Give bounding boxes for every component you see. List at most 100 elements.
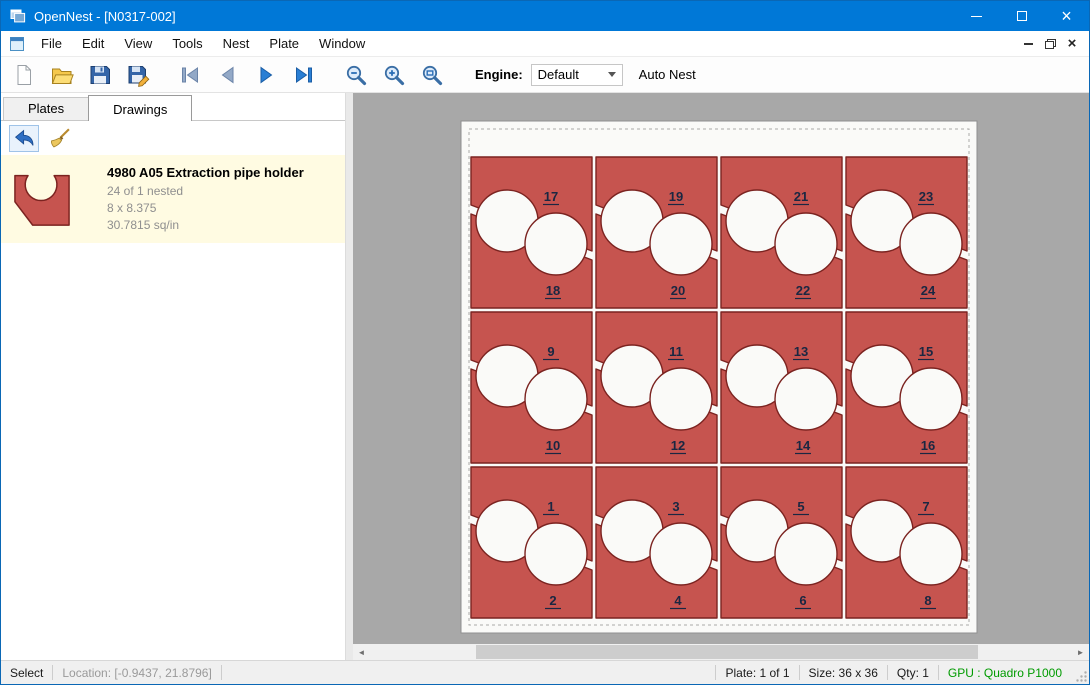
part-number-label: 12 (671, 438, 685, 453)
save-button[interactable] (83, 60, 117, 90)
part-number-label: 15 (919, 344, 933, 359)
nest-pair: 9 10 (471, 312, 592, 463)
scroll-left-button[interactable]: ◄ (353, 644, 370, 660)
tab-plates[interactable]: Plates (3, 97, 89, 120)
zoom-fit-icon (420, 63, 444, 87)
part-number-label: 20 (671, 283, 685, 298)
zoom-in-button[interactable] (377, 60, 411, 90)
maximize-button[interactable] (999, 1, 1044, 31)
part-name: 4980 A05 Extraction pipe holder (107, 165, 304, 180)
part-notch (775, 368, 837, 430)
scrollbar-track[interactable] (370, 644, 1072, 660)
clear-button[interactable] (45, 125, 75, 152)
part-notch (775, 213, 837, 275)
app-icon (10, 8, 26, 24)
part-number-label: 14 (796, 438, 811, 453)
auto-nest-button[interactable]: Auto Nest (639, 67, 696, 82)
part-notch (650, 368, 712, 430)
part-number-label: 19 (669, 189, 683, 204)
part-number-label: 10 (546, 438, 560, 453)
save-edit-icon (126, 63, 150, 87)
part-number-label: 13 (794, 344, 808, 359)
return-arrow-icon (13, 127, 36, 150)
zoom-out-button[interactable] (339, 60, 373, 90)
part-number-label: 11 (669, 344, 683, 359)
go-next-icon (254, 63, 278, 87)
go-last-icon (292, 63, 316, 87)
part-number-label: 1 (547, 499, 554, 514)
menu-item-edit[interactable]: Edit (72, 32, 114, 55)
status-location: Location: [-0.9437, 21.8796] (53, 666, 220, 680)
nest-pair: 2122 (721, 157, 842, 308)
nest-pair: 78 (846, 467, 967, 618)
resize-grip[interactable] (1073, 668, 1089, 684)
save-as-button[interactable] (121, 60, 155, 90)
new-button[interactable] (7, 60, 41, 90)
horizontal-scrollbar: ◄ ► (353, 644, 1089, 660)
sidebar-splitter[interactable] (345, 93, 353, 660)
part-nested-count: 24 of 1 nested (107, 183, 304, 200)
part-number-label: 4 (674, 593, 682, 608)
go-first-icon (178, 63, 202, 87)
part-area: 30.7815 sq/in (107, 217, 304, 234)
mdi-restore-button[interactable] (1039, 34, 1061, 54)
part-size: 8 x 8.375 (107, 200, 304, 217)
mdi-minimize-button[interactable] (1017, 34, 1039, 54)
nest-pair: 1718 (471, 157, 592, 308)
nest-pair: 13 14 (721, 312, 842, 463)
return-to-plate-button[interactable] (9, 125, 39, 152)
sidebar-toolbar (1, 121, 345, 155)
part-number-label: 5 (797, 499, 804, 514)
sidebar-tabs: Plates Drawings (1, 93, 345, 121)
part-info: 4980 A05 Extraction pipe holder 24 of 1 … (107, 165, 304, 234)
broom-icon (49, 127, 72, 150)
part-notch (650, 213, 712, 275)
go-first-button[interactable] (173, 60, 207, 90)
menu-bar: File Edit View Tools Nest Plate Window × (1, 31, 1089, 57)
part-notch (900, 368, 962, 430)
menu-item-nest[interactable]: Nest (213, 32, 260, 55)
minimize-button[interactable] (954, 1, 999, 31)
part-number-label: 6 (799, 593, 806, 608)
go-next-button[interactable] (249, 60, 283, 90)
part-list-item[interactable]: 4980 A05 Extraction pipe holder 24 of 1 … (1, 155, 345, 243)
open-folder-icon (50, 63, 74, 87)
part-number-label: 23 (919, 189, 933, 204)
engine-select[interactable]: Default (531, 64, 623, 86)
menu-item-view[interactable]: View (114, 32, 162, 55)
minimize-icon (971, 16, 982, 17)
menu-item-file[interactable]: File (31, 32, 72, 55)
part-number-label: 2 (549, 593, 556, 608)
part-notch (650, 523, 712, 585)
zoom-fit-button[interactable] (415, 60, 449, 90)
part-number-label: 3 (672, 499, 679, 514)
mdi-close-button[interactable]: × (1061, 34, 1083, 54)
nest-canvas[interactable]: 171819202122232491011121314151612345678 (353, 93, 1089, 644)
menu-item-window[interactable]: Window (309, 32, 375, 55)
go-last-button[interactable] (287, 60, 321, 90)
mdi-restore-icon (1045, 39, 1056, 49)
part-number-label: 9 (547, 344, 554, 359)
main-area: Plates Drawings (1, 93, 1089, 660)
status-plate: Plate: 1 of 1 (716, 666, 798, 680)
scrollbar-thumb[interactable] (476, 645, 978, 659)
part-number-label: 18 (546, 283, 560, 298)
menu-item-plate[interactable]: Plate (259, 32, 309, 55)
part-notch (775, 523, 837, 585)
sidebar: Plates Drawings (1, 93, 345, 660)
status-mode: Select (1, 666, 52, 680)
close-button[interactable]: × (1044, 1, 1089, 31)
nest-pair: 56 (721, 467, 842, 618)
nest-pair: 12 (471, 467, 592, 618)
zoom-out-icon (344, 63, 368, 87)
tab-drawings[interactable]: Drawings (88, 95, 192, 121)
go-previous-icon (216, 63, 240, 87)
go-previous-button[interactable] (211, 60, 245, 90)
menu-item-tools[interactable]: Tools (162, 32, 212, 55)
status-bar: Select Location: [-0.9437, 21.8796] Plat… (1, 660, 1089, 684)
part-number-label: 8 (924, 593, 931, 608)
scroll-right-button[interactable]: ► (1072, 644, 1089, 660)
open-button[interactable] (45, 60, 79, 90)
part-number-label: 16 (921, 438, 935, 453)
new-file-icon (12, 63, 36, 87)
